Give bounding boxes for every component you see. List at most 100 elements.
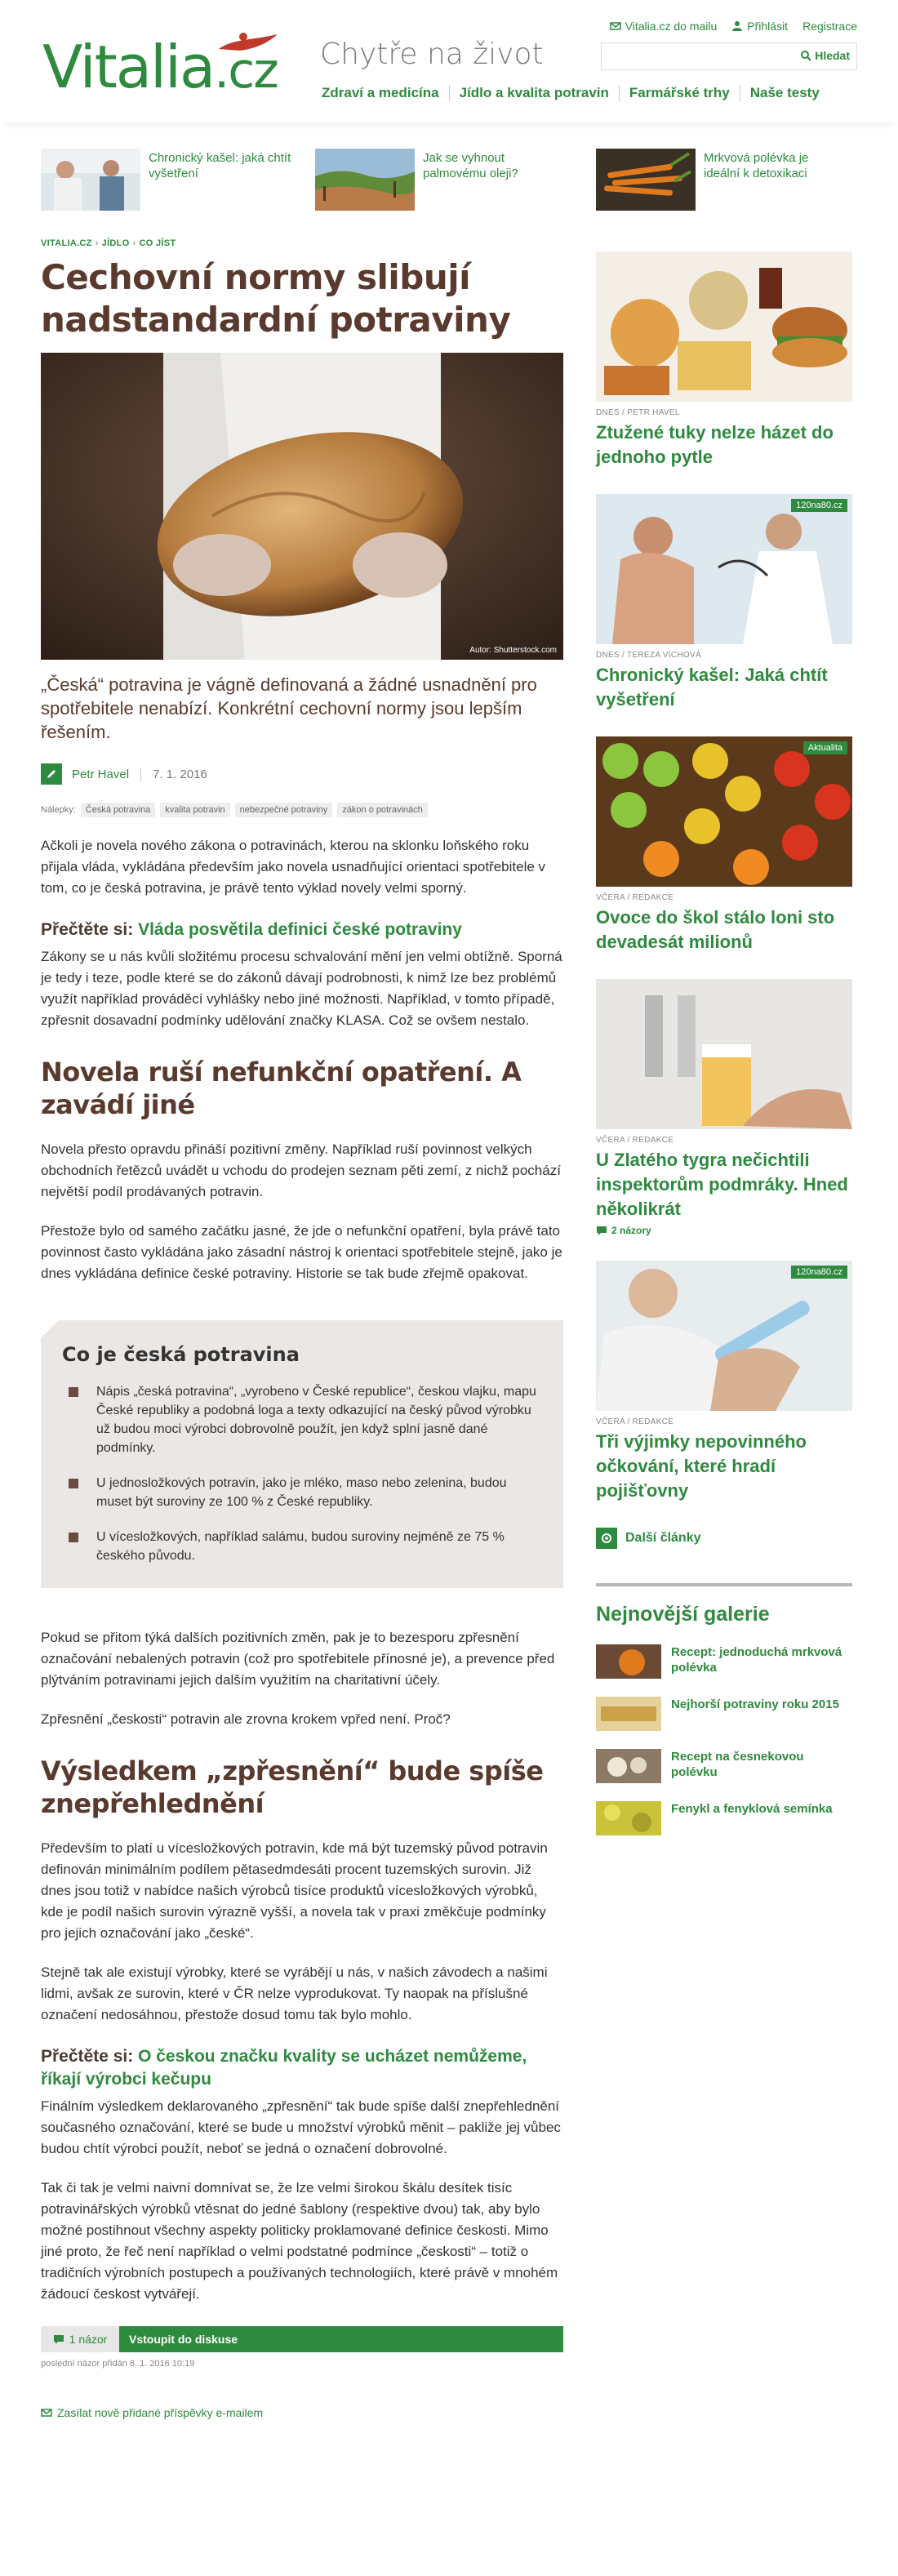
card-image: Aktualita — [596, 736, 852, 887]
search-icon — [801, 51, 811, 61]
tag[interactable]: nebezpečné potraviny — [234, 803, 333, 817]
mail-icon — [41, 2409, 52, 2417]
card-title: Chronický kašel: Jaká chtít vyšetření — [596, 665, 828, 710]
sidebar-article-card[interactable]: 120na80.cz DNES / TEREZA VÍCHOVÁ Chronic… — [596, 494, 852, 712]
tag-list: Nálepky: Česká potravina kvalita potravi… — [41, 803, 563, 817]
read-also-label: Přečtěte si: — [41, 920, 134, 939]
gallery-item[interactable]: Recept: jednoduchá mrkvová polévka — [596, 1644, 852, 1679]
article-title: Cechovní normy slibují nadstandardní pot… — [41, 257, 511, 340]
info-box-item: U vícesložkových, například salámu, budo… — [62, 1528, 539, 1565]
sidebar-article-card[interactable]: VČERA / REDAKCE U Zlatého tygra nečichti… — [596, 979, 852, 1236]
teaser-thumbnail — [315, 149, 415, 211]
card-meta: VČERA / REDAKCE — [596, 893, 674, 902]
breadcrumb-item[interactable]: CO JÍST — [140, 238, 176, 248]
page: Vitalia.cz Chytře na život Vitalia.cz do… — [0, 0, 898, 2576]
read-also: Přečtěte si: O českou značku kvality se … — [41, 2045, 563, 2091]
gallery-title: Nejhorší potraviny roku 2015 — [671, 1697, 839, 1711]
paragraph: Finálním výsledkem deklarovaného „zpřesn… — [41, 2098, 561, 2156]
comment-count: 1 názor — [69, 2333, 108, 2346]
subscribe-link[interactable]: Zasílat nově přidané příspěvky e-mailem — [41, 2406, 563, 2419]
breadcrumb: VITALIA.CZ › JÍDLO › CO JÍST — [41, 238, 176, 248]
card-badge: Aktualita — [802, 741, 847, 754]
article: VITALIA.CZ › JÍDLO › CO JÍST Cechovní normy … — [41, 238, 563, 2419]
more-articles-link[interactable]: Další články — [596, 1528, 852, 1549]
top-links: Vitalia.cz do mailu Přihlásit Registrace — [609, 20, 857, 33]
comment-count-button[interactable]: 1 názor — [41, 2326, 119, 2352]
comment-icon — [597, 1226, 607, 1235]
sidebar-article-card[interactable]: 120na80.cz VČERA / REDAKCE Tři výjimky n… — [596, 1261, 852, 1503]
card-meta: DNES / PETR HAVEL — [596, 408, 680, 417]
publish-date: 7. 1. 2016 — [153, 767, 207, 781]
paragraph: Přestože bylo od samého začátku jasné, ž… — [41, 1223, 562, 1281]
byline: Petr Havel 7. 1. 2016 — [41, 763, 563, 785]
card-badge: 120na80.cz — [791, 499, 847, 512]
card-comments-count: 2 názory — [611, 1225, 651, 1236]
site-header: Vitalia.cz Chytře na život Vitalia.cz do… — [0, 0, 898, 122]
section-heading: Novela ruší nefunkční opatření. A zavádí… — [41, 1057, 522, 1120]
gallery-item[interactable]: Recept na česnekovou polévku — [596, 1749, 852, 1783]
sidebar-article-card[interactable]: Aktualita VČERA / REDAKCE Ovoce do škol … — [596, 736, 852, 954]
site-logo[interactable]: Vitalia.cz — [42, 31, 279, 105]
teaser-title: Mrkvová polévka je ideální k detoxikaci — [704, 151, 809, 180]
sidebar-article-card[interactable]: DNES / PETR HAVEL Ztužené tuky nelze ház… — [596, 251, 852, 469]
box-corner — [41, 1320, 59, 1338]
nav-item-markets[interactable]: Farmářské trhy — [618, 85, 740, 101]
nav-item-health[interactable]: Zdraví a medicína — [322, 85, 449, 101]
site-tagline: Chytře na život — [320, 38, 544, 71]
mail-icon — [609, 22, 621, 30]
search-input[interactable] — [607, 47, 786, 65]
nav-item-food[interactable]: Jídlo a kvalita potravin — [448, 85, 619, 101]
card-meta: VČERA / REDAKCE — [596, 1136, 674, 1145]
teaser-item[interactable]: Jak se vyhnout palmovému oleji? — [315, 149, 567, 214]
paragraph: Zpřesnění „českosti“ potravin ale zrovna… — [41, 1711, 451, 1727]
gallery-title: Recept na česnekovou polévku — [671, 1750, 804, 1779]
teaser-thumbnail — [596, 149, 696, 211]
join-discussion-button[interactable]: Vstoupit do diskuse — [119, 2326, 563, 2352]
teaser-item[interactable]: Chronický kašel: jaká chtít vyšetření — [41, 149, 292, 214]
mail-link[interactable]: Vitalia.cz do mailu — [609, 20, 717, 33]
card-title: Ztužené tuky nelze házet do jednoho pytl… — [596, 422, 834, 467]
gallery-thumbnail — [596, 1749, 661, 1783]
info-box: Co je česká potravina Nápis „česká potra… — [41, 1320, 563, 1588]
gallery-heading: Nejnovější galerie — [596, 1603, 770, 1626]
paragraph: Stejně tak ale existují výrobky, které s… — [41, 1964, 548, 2022]
gallery-thumbnail — [596, 1697, 661, 1731]
gallery-item[interactable]: Fenykl a fenyklová semínka — [596, 1801, 852, 1835]
card-image: 120na80.cz — [596, 1261, 852, 1411]
main-nav: Zdraví a medicína Jídlo a kvalita potrav… — [322, 85, 829, 101]
latest-galleries: Nejnovější galerie Recept: jednoduchá mr… — [596, 1583, 852, 1835]
breadcrumb-item[interactable]: VITALIA.CZ — [41, 238, 92, 248]
search-box: Hledat — [601, 42, 857, 70]
breadcrumb-item[interactable]: JÍDLO — [102, 238, 130, 248]
paragraph: Ačkoli je novela nového zákona o potravi… — [41, 838, 546, 896]
user-icon — [732, 21, 743, 31]
card-title: Ovoce do škol stálo loni sto devadesát m… — [596, 907, 835, 952]
teaser-title: Chronický kašel: jaká chtít vyšetření — [149, 151, 291, 180]
card-comments[interactable]: 2 názory — [596, 1225, 852, 1236]
read-also: Přečtěte si: Vláda posvětila definici če… — [41, 919, 563, 941]
author-link[interactable]: Petr Havel — [72, 767, 142, 781]
info-box-list: Nápis „česká potravina“, „vyrobeno v Čes… — [62, 1382, 539, 1565]
gallery-thumbnail — [596, 1801, 661, 1835]
login-link-label: Přihlásit — [747, 20, 789, 33]
read-also-link[interactable]: Vláda posvětila definici české potraviny — [138, 920, 462, 939]
register-link[interactable]: Registrace — [802, 20, 857, 33]
tags-label: Nálepky: — [41, 805, 76, 815]
tag[interactable]: Česká potravina — [80, 803, 156, 817]
search-button[interactable]: Hledat — [800, 49, 850, 62]
teaser-item[interactable]: Mrkvová polévka je ideální k detoxikaci — [596, 149, 847, 214]
paragraph: Pokud se přitom týká dalších pozitivních… — [41, 1630, 555, 1688]
card-meta: VČERA / REDAKCE — [596, 1417, 674, 1426]
info-box-item: U jednosložkových potravin, jako je mlék… — [62, 1474, 539, 1511]
card-image — [596, 979, 852, 1129]
discussion-bar: 1 názor Vstoupit do diskuse — [41, 2326, 563, 2352]
comment-icon — [53, 2335, 64, 2344]
tag[interactable]: kvalita potravin — [160, 803, 230, 817]
section-heading: Výsledkem „zpřesnění“ bude spíše znepřeh… — [41, 1755, 544, 1819]
login-link[interactable]: Přihlásit — [731, 20, 788, 33]
paragraph: Novela přesto opravdu přináší pozitivní … — [41, 1141, 561, 1199]
tag[interactable]: zákon o potravinách — [337, 803, 428, 817]
nav-item-tests[interactable]: Naše testy — [739, 85, 829, 101]
gallery-item[interactable]: Nejhorší potraviny roku 2015 — [596, 1697, 852, 1731]
logo-figure-icon — [219, 33, 278, 51]
